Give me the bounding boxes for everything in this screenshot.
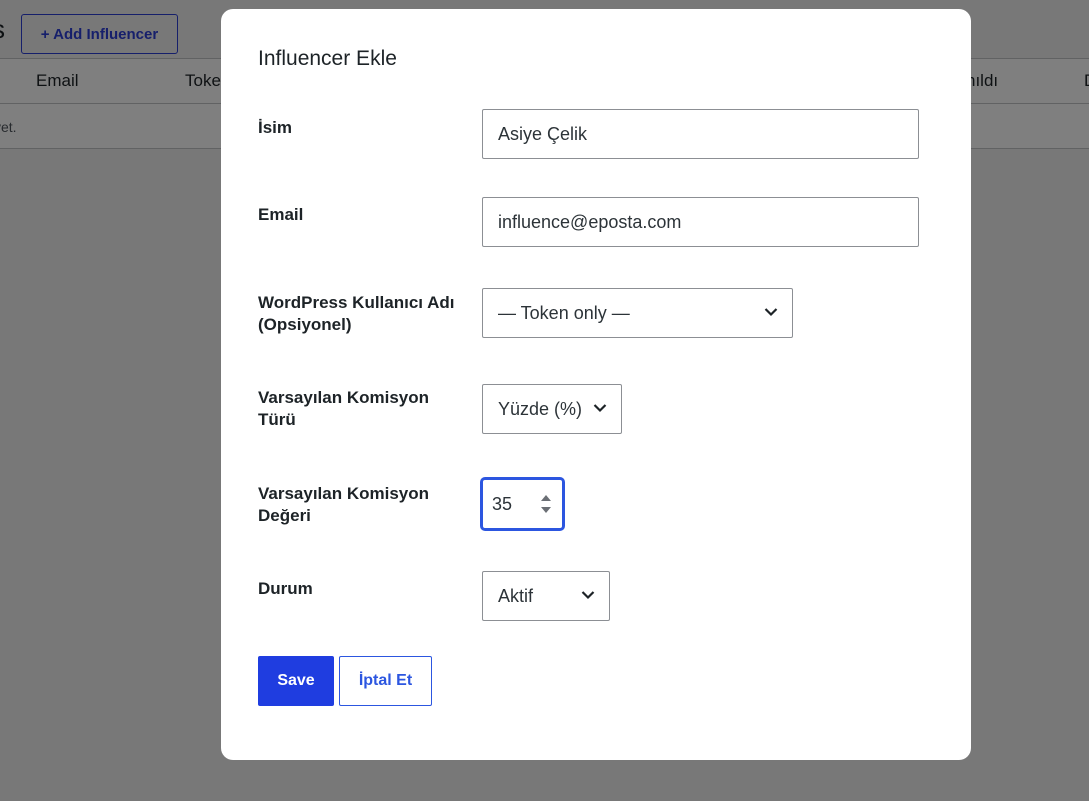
commission-value-input[interactable]: 35 — [480, 477, 565, 531]
dialog-title: Influencer Ekle — [258, 47, 397, 70]
status-select[interactable]: Aktif — [482, 571, 610, 621]
commission-value-text: 35 — [492, 493, 513, 514]
chevron-down-icon — [581, 591, 595, 600]
number-spinner-icon[interactable] — [540, 493, 552, 515]
status-label: Durum — [258, 579, 313, 598]
commission-type-select[interactable]: Yüzde (%) — [482, 384, 622, 434]
save-button[interactable]: Save — [258, 656, 334, 706]
wp-user-selected-value: — Token only — — [498, 302, 630, 323]
name-input[interactable] — [482, 109, 919, 159]
commission-type-label: Varsayılan Komisyon Türü — [258, 388, 430, 429]
email-label: Email — [258, 205, 304, 224]
add-influencer-dialog: Influencer Ekle İsim Email WordPress Kul… — [221, 9, 971, 760]
email-input[interactable] — [482, 197, 919, 247]
cancel-button[interactable]: İptal Et — [339, 656, 432, 706]
commission-type-selected-value: Yüzde (%) — [498, 398, 583, 419]
chevron-down-icon — [764, 308, 778, 317]
chevron-down-icon — [593, 404, 607, 413]
commission-value-label: Varsayılan Komisyon Değeri — [258, 484, 430, 525]
wp-user-label: WordPress Kullanıcı Adı (Opsiyonel) — [258, 293, 455, 334]
status-selected-value: Aktif — [498, 585, 534, 606]
name-label: İsim — [258, 118, 293, 137]
wp-user-select[interactable]: — Token only — — [482, 288, 793, 338]
